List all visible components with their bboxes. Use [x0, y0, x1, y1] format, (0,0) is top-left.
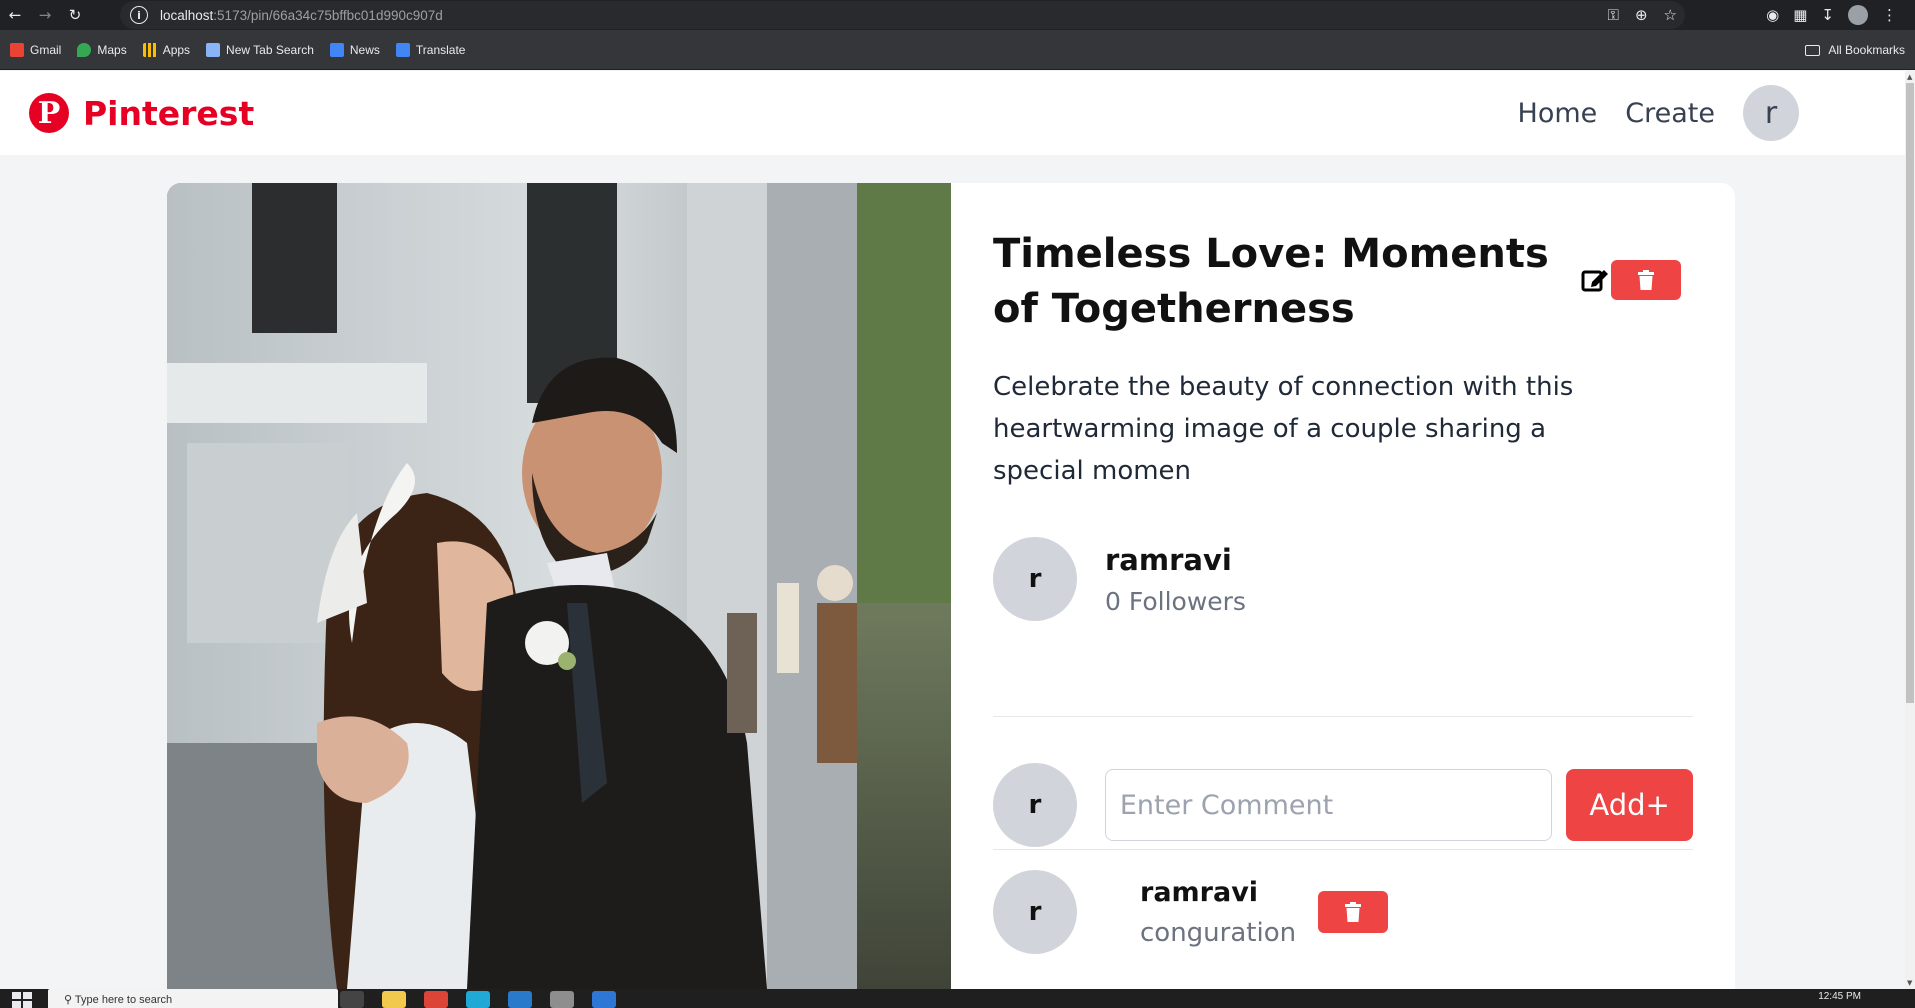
author-info: ramravi 0 Followers: [1105, 543, 1246, 616]
address-bar[interactable]: i localhost:5173/pin/66a34c75bffbc01d990…: [120, 1, 1685, 29]
add-comment-button[interactable]: Add+: [1566, 769, 1693, 841]
reload-icon[interactable]: ↻: [60, 0, 90, 30]
comments-divider: [993, 849, 1693, 850]
trash-icon: [1638, 270, 1654, 290]
author-name[interactable]: ramravi: [1105, 543, 1246, 577]
password-key-icon[interactable]: ⚿: [1608, 6, 1619, 24]
bookmark-star-icon[interactable]: ☆: [1664, 6, 1677, 24]
delete-comment-button[interactable]: [1318, 891, 1389, 933]
comment-text: conguration: [1140, 917, 1297, 948]
page-scrollbar[interactable]: ▲ ▼: [1905, 71, 1915, 989]
edit-button[interactable]: [1579, 263, 1611, 295]
scroll-down-icon[interactable]: ▼: [1907, 979, 1912, 987]
edge-icon[interactable]: [466, 991, 490, 1008]
back-icon[interactable]: ←: [0, 0, 30, 30]
current-user-avatar: r: [993, 763, 1077, 847]
url-text[interactable]: localhost:5173/pin/66a34c75bffbc01d990c9…: [160, 8, 443, 23]
bookmark-news[interactable]: News: [329, 42, 380, 57]
main-nav: Home Create r: [1518, 85, 1799, 141]
gmail-icon: [10, 42, 24, 57]
comment-avatar[interactable]: r: [993, 870, 1077, 954]
download-icon[interactable]: ↧: [1821, 6, 1834, 24]
taskbar-search-icon: ⚲: [64, 994, 73, 1006]
taskbar-apps: [340, 991, 616, 1008]
zoom-icon[interactable]: ⊕: [1635, 6, 1648, 24]
bookmark-maps[interactable]: Maps: [77, 42, 127, 57]
bookmark-new-tab-search[interactable]: New Tab Search: [206, 42, 314, 57]
translate-icon: [395, 42, 410, 57]
extension-icon[interactable]: ◉: [1766, 6, 1779, 24]
apps-grid-icon: [142, 42, 157, 57]
author-avatar[interactable]: r: [993, 537, 1077, 621]
logo-text: Pinterest: [83, 93, 255, 133]
site-info-icon[interactable]: i: [130, 6, 148, 24]
bookmarks-bar: Gmail Maps Apps New Tab Search News Tran…: [0, 30, 1915, 70]
pin-title: Timeless Love: Moments of Togetherness: [993, 231, 1549, 332]
app-icon[interactable]: [550, 991, 574, 1008]
comment-body: ramravi conguration: [1140, 877, 1296, 948]
section-divider: [993, 716, 1693, 717]
bookmark-apps[interactable]: Apps: [142, 42, 190, 57]
browser-toolbar: ← → ↻ i localhost:5173/pin/66a34c75bffbc…: [0, 0, 1915, 30]
wedding-photo: [167, 183, 951, 989]
taskbar-clock[interactable]: 12:45 PM: [1818, 991, 1861, 1002]
pin-details: Timeless Love: Moments of Togetherness C…: [993, 183, 1693, 989]
comment-form: r Add+: [993, 763, 1693, 847]
nav-home[interactable]: Home: [1518, 98, 1598, 129]
store-icon[interactable]: [592, 991, 616, 1008]
pin-author: r ramravi 0 Followers: [993, 537, 1246, 621]
comment-author[interactable]: ramravi: [1140, 877, 1296, 908]
page-icon: [206, 42, 221, 57]
file-explorer-icon[interactable]: [382, 991, 406, 1008]
pinterest-logo-icon: P: [29, 93, 69, 133]
all-bookmarks[interactable]: All Bookmarks: [1805, 30, 1905, 70]
pin-description: Celebrate the beauty of connection with …: [993, 372, 1574, 486]
menu-icon[interactable]: ⋮: [1882, 6, 1897, 24]
maps-icon: [77, 42, 92, 57]
news-icon: [329, 42, 344, 57]
edit-icon: [1581, 270, 1608, 292]
os-taskbar: ⚲ Type here to search 12:45 PM: [0, 989, 1915, 1008]
puzzle-icon[interactable]: ▦: [1793, 6, 1807, 24]
folder-icon: [1805, 44, 1821, 56]
user-avatar[interactable]: r: [1743, 85, 1799, 141]
follower-count: 0 Followers: [1105, 586, 1246, 616]
pin-card: Timeless Love: Moments of Togetherness C…: [167, 183, 1735, 989]
comment-item: r ramravi conguration: [993, 870, 1389, 954]
chrome-icon[interactable]: [424, 991, 448, 1008]
bookmark-gmail[interactable]: Gmail: [10, 42, 61, 57]
taskbar-search[interactable]: ⚲ Type here to search: [48, 989, 338, 1008]
scroll-thumb[interactable]: [1906, 83, 1914, 703]
scroll-up-icon[interactable]: ▲: [1907, 73, 1912, 81]
app-header: P Pinterest Home Create r: [0, 71, 1905, 155]
windows-start-icon[interactable]: [12, 992, 32, 1008]
logo[interactable]: P Pinterest: [29, 93, 254, 133]
profile-icon[interactable]: [1848, 5, 1868, 25]
trash-icon: [1345, 902, 1362, 922]
forward-icon[interactable]: →: [30, 0, 60, 30]
bookmark-translate[interactable]: Translate: [395, 42, 465, 57]
vscode-icon[interactable]: [508, 991, 532, 1008]
delete-pin-button[interactable]: [1611, 260, 1681, 300]
pin-image: [167, 183, 951, 989]
task-view-icon[interactable]: [340, 991, 364, 1008]
nav-create[interactable]: Create: [1625, 98, 1715, 129]
comment-input[interactable]: [1104, 769, 1553, 841]
